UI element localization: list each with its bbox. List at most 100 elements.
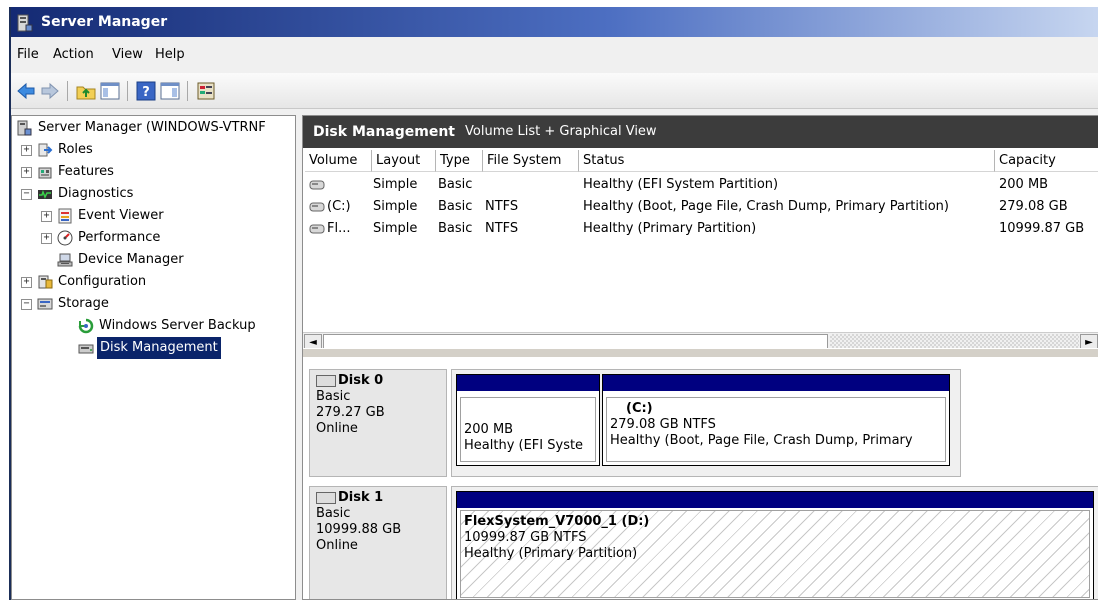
properties-icon[interactable] bbox=[195, 80, 217, 102]
partition-status: Healthy (Boot, Page File, Crash Dump, Pr… bbox=[610, 433, 913, 448]
menu-view[interactable]: View bbox=[112, 40, 143, 70]
volume-layout: Simple bbox=[373, 177, 418, 192]
expand-icon[interactable]: + bbox=[21, 167, 32, 178]
partition-size: 279.08 GB NTFS bbox=[610, 417, 716, 432]
partition-bar bbox=[603, 375, 949, 391]
tree-label: Roles bbox=[58, 142, 93, 157]
tree-item-disk-management[interactable]: Disk Management bbox=[57, 337, 287, 359]
partition-info: FlexSystem_V7000_1 (D:) 10999.87 GB NTFS… bbox=[460, 510, 1090, 598]
svg-text:?: ? bbox=[142, 85, 150, 100]
volume-capacity: 279.08 GB bbox=[999, 199, 1068, 214]
menu-bar: File Action View Help bbox=[11, 40, 1098, 70]
show-hide-action-pane-icon[interactable] bbox=[159, 80, 181, 102]
performance-gauge-icon bbox=[57, 230, 73, 246]
volume-type: Basic bbox=[438, 221, 473, 236]
volume-type: Basic bbox=[438, 199, 473, 214]
column-header-file-system[interactable]: File System bbox=[483, 150, 579, 172]
partition-efi[interactable]: 200 MB Healthy (EFI Syste bbox=[456, 374, 600, 466]
volume-list: Volume Layout Type File System Status Ca… bbox=[303, 148, 1098, 353]
volume-status: Healthy (Primary Partition) bbox=[583, 221, 757, 236]
content-pane: Disk Management Volume List + Graphical … bbox=[302, 115, 1098, 600]
tree-item-windows-server-backup[interactable]: Windows Server Backup bbox=[57, 315, 287, 337]
volume-disk-icon bbox=[309, 174, 325, 196]
volume-name: (C:) bbox=[327, 199, 351, 214]
server-manager-app-icon bbox=[17, 13, 33, 32]
disk-size: 10999.88 GB bbox=[316, 522, 402, 537]
disk-0-panel[interactable]: Disk 0 Basic 279.27 GB Online bbox=[309, 369, 447, 477]
help-icon[interactable]: ? bbox=[135, 80, 157, 102]
volume-name: Fl... bbox=[327, 221, 351, 236]
disk-name: Disk 1 bbox=[338, 490, 384, 505]
tree-item-roles[interactable]: + Roles bbox=[16, 139, 216, 161]
partition-status: Healthy (EFI Syste bbox=[464, 438, 584, 453]
partition-size: 200 MB bbox=[464, 422, 514, 437]
column-header-volume[interactable]: Volume bbox=[305, 150, 372, 172]
tree-label: Server Manager (WINDOWS-VTRNF bbox=[38, 120, 266, 135]
partition-info: 200 MB Healthy (EFI Syste bbox=[460, 397, 596, 462]
tree-item-event-viewer[interactable]: + Event Viewer bbox=[36, 205, 236, 227]
roles-icon bbox=[37, 142, 53, 158]
volume-disk-icon bbox=[309, 218, 325, 240]
show-hide-tree-icon[interactable] bbox=[99, 80, 121, 102]
column-header-type[interactable]: Type bbox=[436, 150, 483, 172]
volume-status: Healthy (EFI System Partition) bbox=[583, 177, 779, 192]
tree-label: Device Manager bbox=[78, 252, 184, 267]
expand-icon[interactable]: + bbox=[21, 277, 32, 288]
expand-icon[interactable]: + bbox=[41, 233, 52, 244]
partition-bar bbox=[457, 375, 599, 391]
server-icon bbox=[16, 120, 32, 136]
server-manager-window: Server Manager File Action View Help ? S… bbox=[9, 7, 1098, 600]
event-viewer-icon bbox=[57, 208, 73, 224]
tree-item-diagnostics[interactable]: − Diagnostics bbox=[16, 183, 216, 205]
features-icon bbox=[37, 164, 53, 180]
configuration-icon bbox=[37, 274, 53, 290]
up-folder-icon[interactable] bbox=[75, 80, 97, 102]
back-arrow-icon[interactable] bbox=[15, 80, 37, 102]
volume-layout: Simple bbox=[373, 221, 418, 236]
disk-1-panel[interactable]: Disk 1 Basic 10999.88 GB Online bbox=[309, 486, 447, 599]
tree-label: Performance bbox=[78, 230, 161, 245]
forward-arrow-icon[interactable] bbox=[39, 80, 61, 102]
title-bar[interactable]: Server Manager bbox=[11, 7, 1098, 37]
menu-help[interactable]: Help bbox=[155, 40, 185, 70]
graphical-view: Disk 0 Basic 279.27 GB Online 200 MB Hea… bbox=[303, 357, 1098, 599]
diagnostics-icon bbox=[37, 186, 53, 202]
menu-file[interactable]: File bbox=[17, 40, 39, 70]
tree-item-storage[interactable]: − Storage bbox=[16, 293, 216, 315]
partition-info: (C:) 279.08 GB NTFS Healthy (Boot, Page … bbox=[606, 397, 946, 462]
column-header-layout[interactable]: Layout bbox=[372, 150, 436, 172]
backup-icon bbox=[78, 318, 94, 334]
toolbar-separator bbox=[127, 81, 128, 101]
window-title: Server Manager bbox=[41, 14, 168, 30]
volume-capacity: 200 MB bbox=[999, 177, 1049, 192]
partition-status: Healthy (Primary Partition) bbox=[464, 546, 638, 561]
tree-item-device-manager[interactable]: Device Manager bbox=[36, 249, 236, 271]
content-subtitle: Volume List + Graphical View bbox=[465, 124, 657, 139]
tree-label: Event Viewer bbox=[78, 208, 164, 223]
menu-action[interactable]: Action bbox=[53, 40, 94, 70]
expand-icon[interactable]: + bbox=[21, 145, 32, 156]
expand-icon[interactable]: + bbox=[41, 211, 52, 222]
disk-size: 279.27 GB bbox=[316, 405, 385, 420]
toolbar-separator bbox=[187, 81, 188, 101]
tree-item-performance[interactable]: + Performance bbox=[36, 227, 236, 249]
partition-c[interactable]: (C:) 279.08 GB NTFS Healthy (Boot, Page … bbox=[602, 374, 950, 466]
tree-item-features[interactable]: + Features bbox=[16, 161, 216, 183]
tree-label: Diagnostics bbox=[58, 186, 134, 201]
tree-label: Configuration bbox=[58, 274, 147, 289]
column-header-capacity[interactable]: Capacity bbox=[995, 150, 1098, 172]
storage-icon bbox=[37, 296, 53, 312]
toolbar: ? bbox=[11, 73, 1098, 109]
disk-type: Basic bbox=[316, 506, 351, 521]
partition-label: FlexSystem_V7000_1 (D:) bbox=[464, 514, 650, 529]
content-title: Disk Management bbox=[313, 124, 455, 140]
column-header-status[interactable]: Status bbox=[579, 150, 995, 172]
collapse-icon[interactable]: − bbox=[21, 189, 32, 200]
collapse-icon[interactable]: − bbox=[21, 299, 32, 310]
disk-icon bbox=[316, 491, 336, 504]
partition-d[interactable]: FlexSystem_V7000_1 (D:) 10999.87 GB NTFS… bbox=[456, 491, 1094, 599]
tree-item-configuration[interactable]: + Configuration bbox=[16, 271, 216, 293]
volume-disk-icon bbox=[309, 196, 325, 218]
tree-label-selected: Disk Management bbox=[97, 337, 221, 359]
disk-status: Online bbox=[316, 538, 358, 553]
